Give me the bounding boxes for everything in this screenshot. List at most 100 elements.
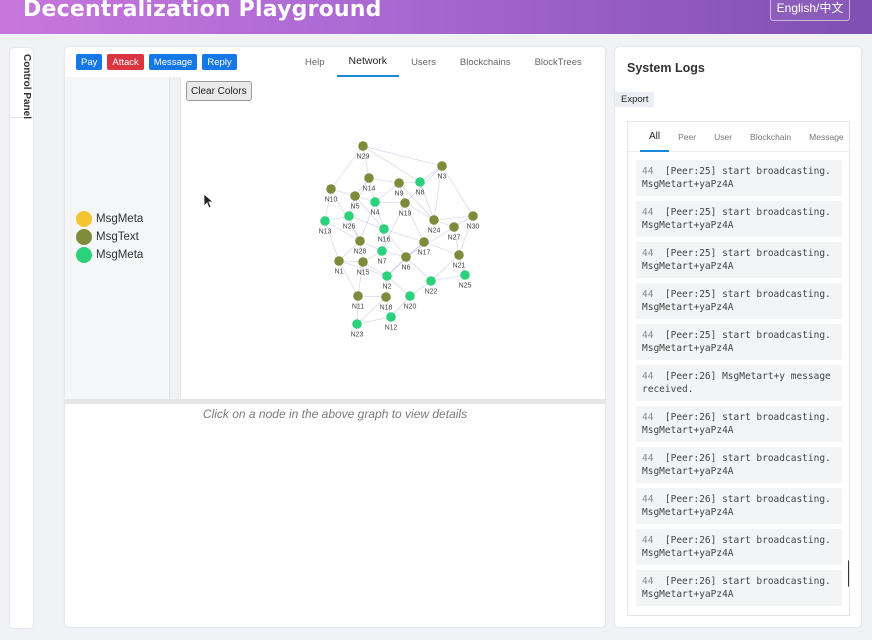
log-entry-number: 44 <box>642 289 654 300</box>
graph-node-circle[interactable] <box>370 197 380 207</box>
graph-node-circle[interactable] <box>454 250 464 260</box>
graph-node[interactable]: N30 <box>467 211 480 231</box>
graph-node-circle[interactable] <box>426 276 436 286</box>
graph-node-circle[interactable] <box>415 177 425 187</box>
log-entry-number: 44 <box>642 371 654 382</box>
graph-node[interactable]: N22 <box>425 276 438 296</box>
graph-node[interactable]: N7 <box>377 246 387 266</box>
graph-node[interactable]: N8 <box>415 177 425 197</box>
pane-splitter[interactable] <box>170 77 181 399</box>
log-tab-all[interactable]: All <box>640 122 670 152</box>
export-button[interactable]: Export <box>615 92 655 107</box>
graph-node-label: N12 <box>385 325 398 332</box>
graph-node-circle[interactable] <box>429 215 439 225</box>
graph-node-circle[interactable] <box>334 256 344 266</box>
graph-node-circle[interactable] <box>326 184 336 194</box>
log-entry-number: 44 <box>642 330 654 341</box>
graph-node[interactable]: N5 <box>350 191 360 211</box>
log-tab-peer[interactable]: Peer <box>669 122 705 152</box>
log-tab-message[interactable]: Message <box>800 122 849 152</box>
log-entry-number: 44 <box>642 166 654 177</box>
clear-colors-button[interactable]: Clear Colors <box>186 81 252 101</box>
language-toggle-button[interactable]: English/中文 <box>770 0 850 21</box>
graph-node-circle[interactable] <box>344 211 354 221</box>
legend-label: MsgMeta <box>96 213 144 225</box>
graph-node-label: N21 <box>453 263 466 270</box>
graph-node-circle[interactable] <box>358 141 368 151</box>
graph-node-circle[interactable] <box>394 178 404 188</box>
graph-node[interactable]: N9 <box>394 178 404 198</box>
graph-node-circle[interactable] <box>353 291 363 301</box>
legend-swatch <box>76 211 92 227</box>
graph-node[interactable]: N28 <box>354 236 367 256</box>
graph-node-circle[interactable] <box>419 237 429 247</box>
log-entry-text: [Peer:25] start broadcasting.MsgMetart+y… <box>642 207 831 231</box>
graph-node-circle[interactable] <box>405 291 415 301</box>
tab-blockchains[interactable]: Blockchains <box>448 47 523 77</box>
graph-node[interactable]: N14 <box>363 173 376 193</box>
graph-node-circle[interactable] <box>468 211 478 221</box>
graph-node-label: N10 <box>325 197 338 204</box>
graph-node-circle[interactable] <box>352 319 362 329</box>
graph-node-circle[interactable] <box>379 224 389 234</box>
control-panel-label: Control Panel <box>21 54 32 120</box>
graph-node-circle[interactable] <box>377 246 387 256</box>
log-entry: 44 [Peer:26] start broadcasting.MsgMetar… <box>636 529 842 565</box>
graph-node-circle[interactable] <box>358 257 368 267</box>
tab-help[interactable]: Help <box>293 47 337 77</box>
graph-node[interactable]: N25 <box>459 270 472 290</box>
attack-button[interactable]: Attack <box>107 54 144 70</box>
graph-node[interactable]: N29 <box>357 141 370 161</box>
legend-pane: MsgMeta MsgText MsgMeta <box>65 77 170 399</box>
tab-users[interactable]: Users <box>399 47 448 77</box>
graph-node-circle[interactable] <box>401 252 411 262</box>
tab-blocktrees[interactable]: BlockTrees <box>523 47 594 77</box>
graph-node-circle[interactable] <box>437 161 447 171</box>
graph-node-circle[interactable] <box>364 173 374 183</box>
graph-node-circle[interactable] <box>320 216 330 226</box>
graph-node[interactable]: N1 <box>334 256 344 276</box>
message-button[interactable]: Message <box>148 54 198 70</box>
graph-node-circle[interactable] <box>400 198 410 208</box>
graph-node[interactable]: N3 <box>437 161 447 181</box>
log-tab-blockchain[interactable]: Blockchain <box>741 122 800 152</box>
control-panel-sidebar: Control Panel <box>10 48 33 628</box>
tab-network[interactable]: Network <box>336 47 400 77</box>
graph-node[interactable]: N17 <box>418 237 431 257</box>
graph-node-label: N19 <box>399 211 412 218</box>
log-entry: 44 [Peer:26] MsgMetart+y message receive… <box>636 365 842 401</box>
graph-node-circle[interactable] <box>381 292 391 302</box>
graph-node-circle[interactable] <box>355 236 365 246</box>
graph-node[interactable]: N23 <box>351 319 364 339</box>
graph-node-circle[interactable] <box>350 191 360 201</box>
graph-node[interactable]: N19 <box>399 198 412 218</box>
graph-node-label: N30 <box>467 224 480 231</box>
graph-node-circle[interactable] <box>386 312 396 322</box>
graph-node[interactable]: N27 <box>448 222 461 242</box>
view-tabs: Help Network Users Blockchains BlockTree… <box>293 47 594 77</box>
graph-node[interactable]: N10 <box>325 184 338 204</box>
graph-node[interactable]: N12 <box>385 312 398 332</box>
log-entry-text: [Peer:25] start broadcasting.MsgMetart+y… <box>642 330 831 354</box>
legend-label: MsgText <box>96 231 139 243</box>
control-panel-tab[interactable]: Control Panel <box>10 48 33 120</box>
graph-node-label: N26 <box>343 224 356 231</box>
graph-node-circle[interactable] <box>460 270 470 280</box>
log-tab-user[interactable]: User <box>705 122 741 152</box>
legend-item: MsgMeta <box>76 210 143 228</box>
graph-node-circle[interactable] <box>382 271 392 281</box>
pay-button[interactable]: Pay <box>76 54 103 70</box>
graph-node[interactable]: N4 <box>370 197 380 217</box>
graph-edge <box>362 145 443 167</box>
graph-node[interactable]: N18 <box>380 292 393 312</box>
graph-node[interactable]: N24 <box>428 215 441 235</box>
log-scrollbar-thumb[interactable] <box>848 560 849 587</box>
graph-node[interactable]: N13 <box>319 216 332 236</box>
graph-node-label: N4 <box>371 210 380 217</box>
graph-node-label: N16 <box>378 237 391 244</box>
reply-button[interactable]: Reply <box>202 54 237 70</box>
log-entry-text: [Peer:26] start broadcasting.MsgMetart+y… <box>642 576 831 600</box>
graph-edge <box>356 316 392 325</box>
graph-node-circle[interactable] <box>449 222 459 232</box>
horizontal-divider[interactable] <box>65 399 605 404</box>
